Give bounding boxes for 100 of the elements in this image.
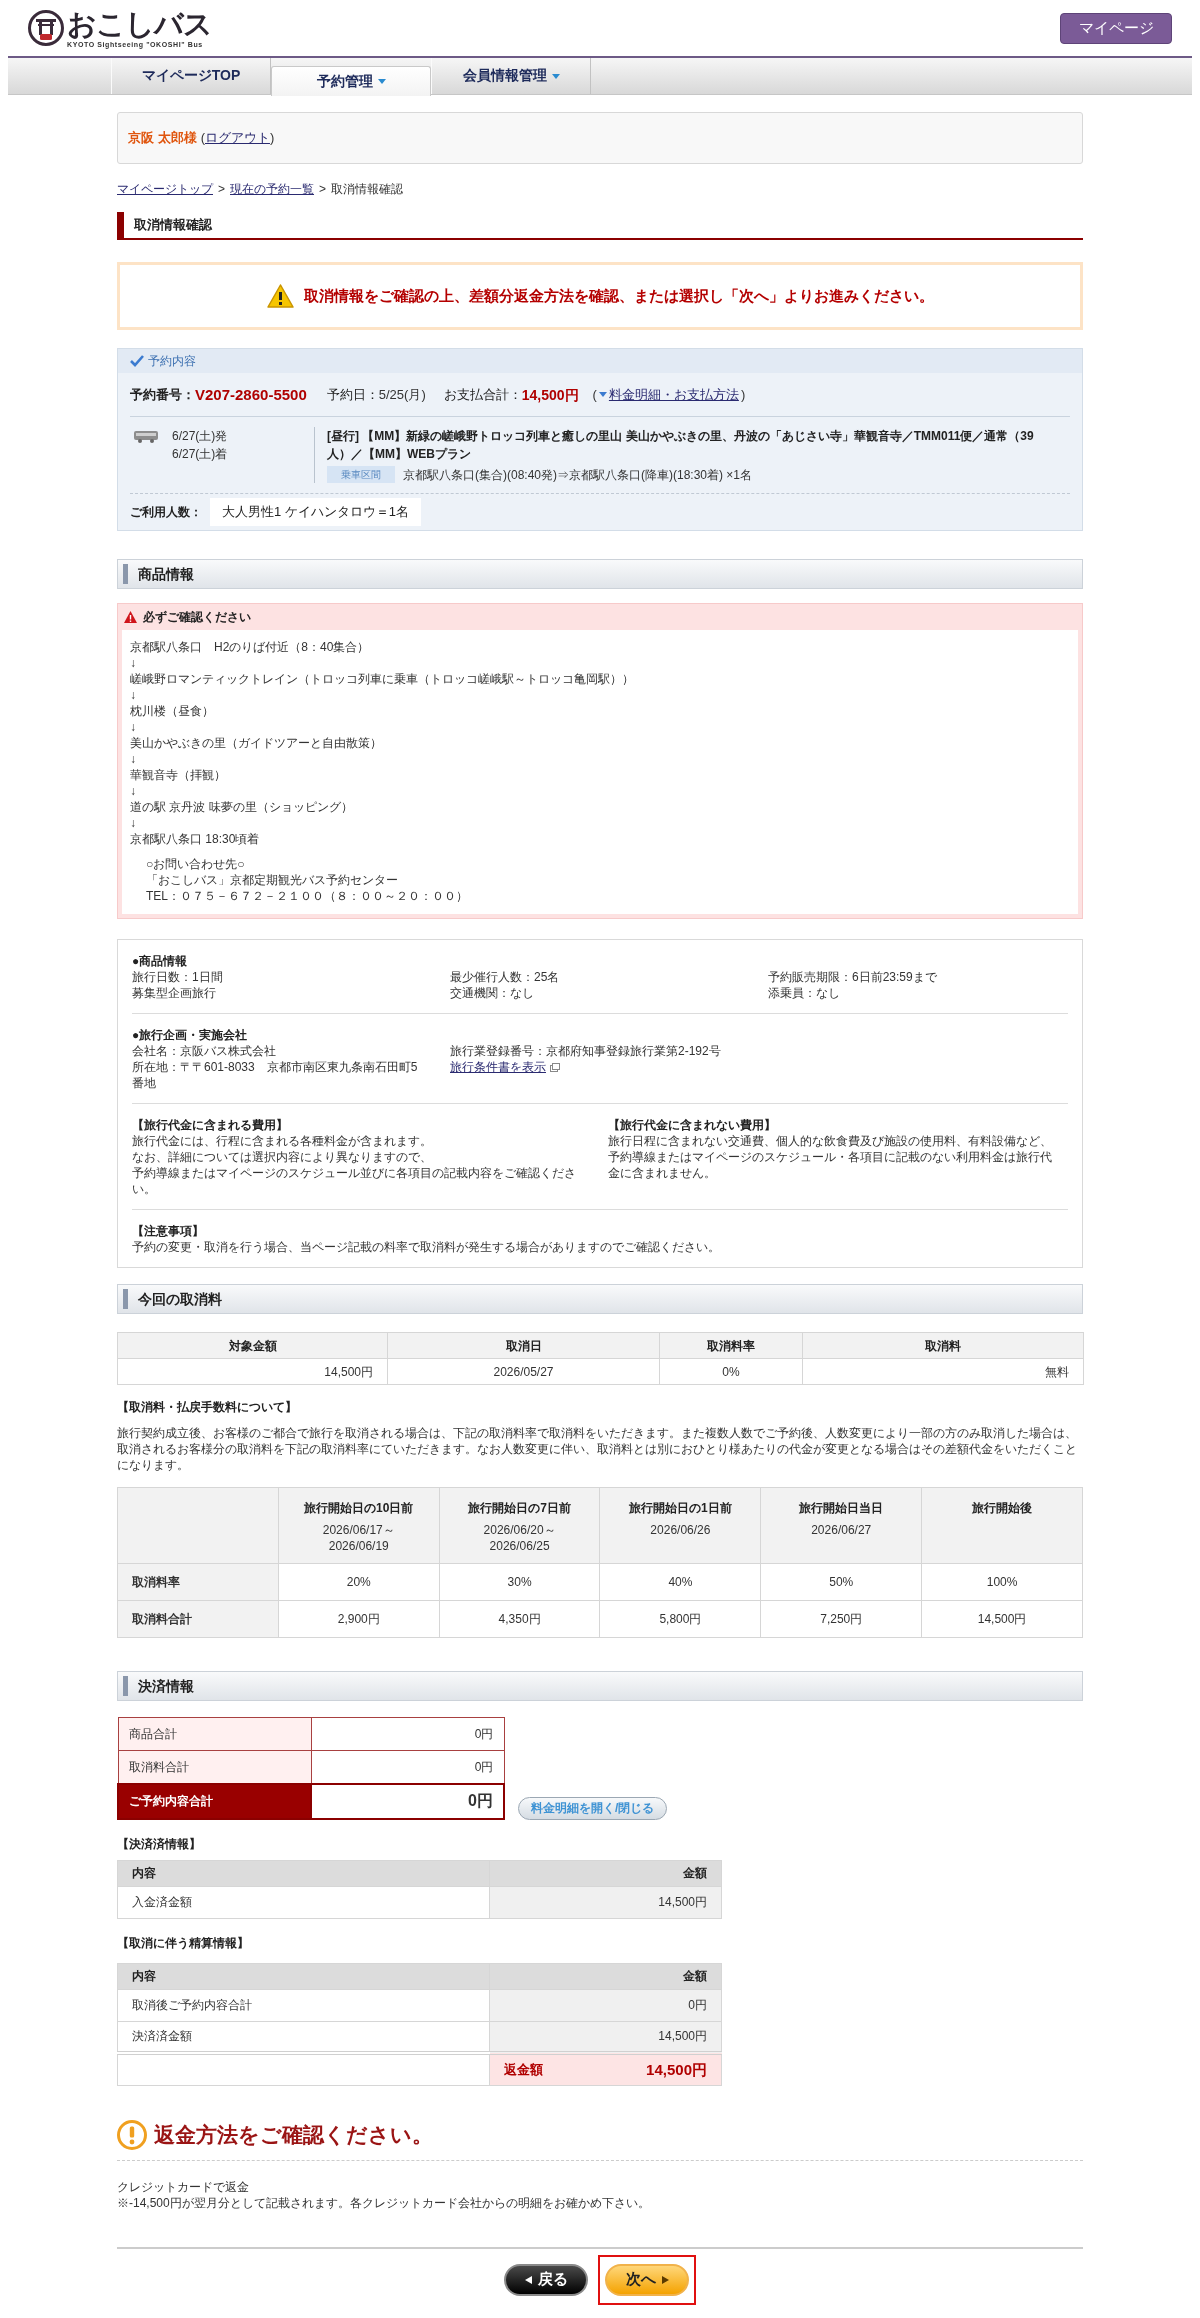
itinerary-line: ↓: [130, 751, 137, 767]
reservation-number: V207-2860-5500: [195, 386, 307, 403]
details-text: なお、詳細については選択内容により異なりますので、: [132, 1149, 433, 1165]
details-text: 会社名：京阪バス株式会社: [132, 1043, 277, 1059]
user-greeting: 京阪 太郎様 (ログアウト): [128, 130, 275, 146]
total-label: ご予約内容合計: [118, 1783, 311, 1819]
back-button[interactable]: 戻る: [504, 2263, 588, 2296]
table-header: 内容: [117, 1963, 490, 1989]
column-title: 旅行開始後: [971, 1500, 1034, 1516]
table-cell: 取消後ご予約内容合計: [117, 1989, 490, 2021]
date-range: 2026/06/26: [649, 1522, 712, 1538]
refund-method-text: ※-14,500円が翌月分として記載されます。各クレジットカード会社からの明細をお確かめ下さい。: [117, 2194, 651, 2211]
details-heading: 【注意事項】: [132, 1223, 205, 1239]
summary-label: 取消料合計: [118, 1750, 311, 1784]
table-cell: 14,500円: [489, 1886, 722, 1918]
passengers-label: ご利用人数：: [130, 504, 202, 520]
nav-tab[interactable]: 予約管理: [271, 66, 431, 96]
open-parenthesis: (: [592, 386, 597, 403]
refund-method-heading: 返金方法をご確認ください。: [154, 2121, 433, 2148]
table-cell: 7,250円: [760, 1600, 922, 1638]
refund-amount: 14,500円: [646, 2061, 707, 2078]
logout-link[interactable]: ログアウト: [204, 130, 270, 145]
table-caption: 【取消に伴う精算情報】: [117, 1934, 250, 1951]
table-cell: 0%: [659, 1358, 803, 1385]
table-cell: 30%: [439, 1563, 600, 1601]
logo-emblem-icon: [28, 10, 64, 46]
summary-value: 0円: [311, 1750, 504, 1784]
bus-icon: [134, 431, 158, 443]
table-cell: 2,900円: [278, 1600, 440, 1638]
column-title: 旅行開始日の1日前: [628, 1500, 733, 1516]
table-header: 取消日: [387, 1332, 660, 1359]
breadcrumb-separator: >: [218, 181, 225, 197]
column-title: 旅行開始日当日: [798, 1500, 885, 1516]
passengers-value: 大人男性1 ケイハンタロウ＝1名: [210, 498, 422, 526]
table-cell: 入金済金額: [117, 1886, 490, 1918]
details-text: 旅行日程に含まれない交通費、個人的な飲食費及び施設の使用料、有料設備など、予約導線またはマイページのスケジュール・各項目に記載のない利用料金は旅行代金に含まれません。: [608, 1133, 1053, 1181]
details-text: 予約の変更・取消を行う場合、当ページ記載の料率で取消料が発生する場合がありますのでご確認ください。: [132, 1239, 721, 1255]
table-cell: 100%: [921, 1563, 1083, 1601]
table-cell: 20%: [278, 1563, 440, 1601]
details-text: 旅行日数：1日間: [132, 969, 224, 985]
next-button[interactable]: 次へ: [605, 2263, 689, 2296]
date-range: 2026/06/19: [327, 1538, 390, 1554]
arrival-date: 6/27(土)着: [172, 446, 229, 463]
tour-title: [昼行] 【MM】新緑の嵯峨野トロッコ列車と癒しの里山 美山かやぶきの里、丹波の「あじさい寺」華観音寺／TMM011便／通常（39人）／【MM】WEBプラン: [327, 428, 1035, 463]
terms-link[interactable]: 旅行条件書を表示: [450, 1059, 560, 1075]
notice-heading: 必ずご確認ください: [143, 609, 251, 625]
mypage-button[interactable]: マイページ: [1060, 12, 1172, 44]
breadcrumb-link[interactable]: マイページトップ: [117, 181, 213, 197]
itinerary-line: ↓: [130, 815, 137, 831]
itinerary-line: 嵯峨野ロマンティックトレイン（トロッコ列車に乗車（トロッコ嵯峨駅～トロッコ亀岡駅））: [130, 671, 635, 687]
reservation-number-label: 予約番号：: [130, 386, 195, 403]
refund-label: 返金額: [504, 2061, 543, 2078]
table-header: 取消料率: [659, 1332, 803, 1359]
table-header: 対象金額: [117, 1332, 388, 1359]
external-link-icon: [550, 1062, 560, 1072]
contact-line: TEL：０７５－６７２－２１００（８：００～２０：００）: [146, 888, 469, 904]
details-text: 旅行業登録番号：京都府知事登録旅行業第2-192号: [450, 1043, 722, 1059]
table-cell: 4,350円: [439, 1600, 600, 1638]
details-heading: ●商品情報: [132, 953, 189, 969]
date-range: 2026/06/17～: [321, 1522, 396, 1538]
details-text: 添乗員：なし: [768, 985, 841, 1001]
date-range: 2026/06/27: [810, 1522, 873, 1538]
section-tag: 乗車区間: [327, 466, 395, 483]
check-icon: [130, 355, 144, 367]
date-range: 2026/06/20～: [482, 1522, 557, 1538]
table-header: 内容: [117, 1860, 490, 1886]
breadcrumb-separator: >: [319, 181, 327, 197]
notice-text: 取消情報をご確認の上、差額分返金方法を確認、または選択し「次へ」よりお進みください。: [303, 288, 934, 304]
column-title: 旅行開始日の10日前: [303, 1500, 415, 1516]
refund-method-text: クレジットカードで返金: [117, 2178, 250, 2195]
breadcrumb-link[interactable]: 現在の予約一覧: [230, 181, 314, 197]
total-value: 0円: [311, 1783, 504, 1819]
table-header: 金額: [489, 1860, 722, 1886]
exclamation-icon: [117, 2119, 147, 2150]
policy-heading: 【取消料・払戻手数料について】: [117, 1399, 298, 1415]
table-cell: 50%: [760, 1563, 922, 1601]
close-parenthesis: ): [740, 386, 746, 403]
reservation-date: 5/25(月): [378, 386, 426, 403]
details-text: 予約販売期限：6日前23:59まで: [768, 969, 938, 985]
itinerary-line: 京都駅八条口 18:30頃着: [130, 831, 261, 847]
summary-value: 0円: [311, 1717, 504, 1751]
itinerary-line: 美山かやぶきの里（ガイドツアーと自由散策）: [130, 735, 383, 751]
details-text: 最少催行人数：25名: [450, 969, 561, 985]
table-cell: 無料: [802, 1358, 1084, 1385]
details-text: 予約導線またはマイページのスケジュール並びに各項目の記載内容をご確認ください。: [132, 1165, 577, 1197]
details-text: 交通機関：なし: [450, 985, 535, 1001]
caret-icon: [598, 392, 607, 397]
reservation-date-label: 予約日：: [326, 386, 379, 403]
details-text: 所在地：〒〒601-8033 京都市南区東九条南石田町5番地: [132, 1059, 419, 1091]
caret-right-icon: [661, 2275, 669, 2284]
route-text: 京都駅八条口(集合)(08:40発)⇒京都駅八条口(降車)(18:30着) ×1名: [403, 466, 753, 483]
reservation-heading: 予約内容: [148, 353, 196, 369]
departure-date: 6/27(土)発: [172, 428, 229, 445]
table-cell: 2026/05/27: [387, 1358, 660, 1385]
fee-details-link[interactable]: 料金明細・お支払方法: [608, 386, 739, 403]
itinerary-line: ↓: [130, 783, 137, 799]
itinerary-line: ↓: [130, 719, 137, 735]
table-cell: 40%: [600, 1563, 761, 1601]
table-caption: 【決済済情報】: [117, 1835, 202, 1852]
nav-tab[interactable]: 会員情報管理: [431, 58, 591, 94]
